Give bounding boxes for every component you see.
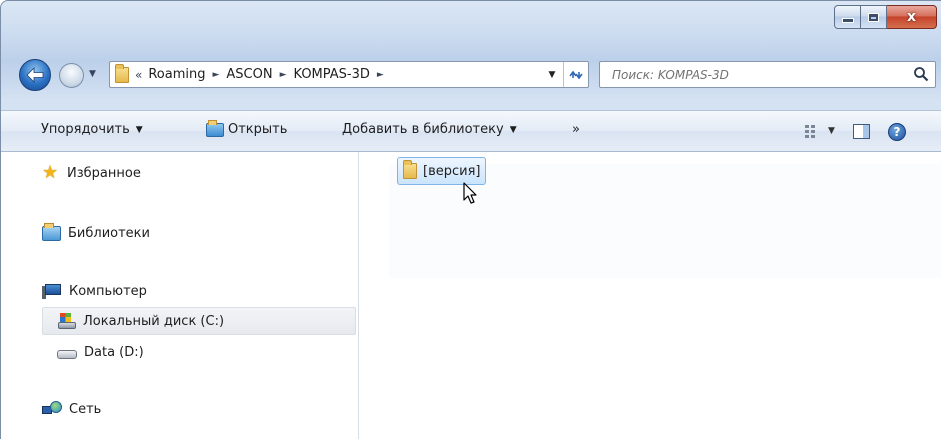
folder-item-label: [версия] xyxy=(423,163,481,179)
breadcrumb: « Roaming ► ASCON ► KOMPAS-3D ► xyxy=(135,67,391,82)
minimize-button[interactable] xyxy=(834,5,861,29)
refresh-icon xyxy=(569,70,583,79)
close-button[interactable]: x xyxy=(887,5,937,29)
nav-item-label: Локальный диск (C:) xyxy=(83,313,225,329)
navigation-row: ▼ « Roaming ► ASCON ► KOMPAS-3D ► ▼ xyxy=(1,55,941,93)
breadcrumb-overflow[interactable]: « xyxy=(135,68,142,82)
forward-button[interactable] xyxy=(59,63,84,88)
refresh-button[interactable] xyxy=(563,62,588,87)
chevron-down-icon: ▼ xyxy=(135,124,143,135)
content-pane[interactable] xyxy=(359,152,941,439)
search-icon[interactable] xyxy=(913,66,929,82)
breadcrumb-item-kompas-3d[interactable]: KOMPAS-3D xyxy=(294,67,370,82)
breadcrumb-separator-icon[interactable]: ► xyxy=(212,70,219,80)
open-folder-icon xyxy=(206,119,224,137)
chevron-down-icon: ▼ xyxy=(509,124,517,135)
breadcrumb-separator-icon[interactable]: ► xyxy=(377,70,384,80)
folder-item[interactable]: [версия] xyxy=(397,157,487,185)
preview-pane-icon[interactable] xyxy=(853,124,870,139)
recent-pages-dropdown-icon[interactable]: ▼ xyxy=(89,69,96,79)
open-button[interactable]: Открыть xyxy=(206,119,288,137)
search-input[interactable] xyxy=(612,67,892,82)
maximize-button[interactable] xyxy=(861,5,887,29)
nav-item-drive-d[interactable]: Data (D:) xyxy=(57,345,144,360)
caption-buttons: x xyxy=(834,5,937,29)
breadcrumb-item-roaming[interactable]: Roaming xyxy=(148,67,205,82)
help-icon[interactable]: ? xyxy=(888,123,906,141)
folder-icon xyxy=(115,63,129,83)
address-dropdown-icon[interactable]: ▼ xyxy=(542,62,562,87)
star-icon: ★ xyxy=(42,162,59,183)
breadcrumb-item-ascon[interactable]: ASCON xyxy=(226,67,272,82)
explorer-window: x ▼ « Roaming ► ASCON ► KOMPAS-3D ► ▼ По… xyxy=(0,0,941,439)
nav-item-favorites[interactable]: ★ Избранное xyxy=(42,164,141,182)
nav-item-libraries[interactable]: Библиотеки xyxy=(42,223,150,241)
arrow-left-icon xyxy=(26,67,44,83)
organize-button[interactable]: Упорядочить ▼ xyxy=(41,122,143,137)
computer-icon xyxy=(42,284,62,299)
open-label: Открыть xyxy=(228,122,288,137)
drive-icon xyxy=(57,350,77,359)
local-disk-icon xyxy=(58,313,76,329)
nav-item-network[interactable]: Сеть xyxy=(42,401,101,417)
minimize-icon xyxy=(841,17,854,23)
nav-item-label: Компьютер xyxy=(69,284,147,299)
folder-icon xyxy=(403,160,417,179)
nav-item-label: Data (D:) xyxy=(84,345,144,360)
network-icon xyxy=(42,401,62,417)
add-to-library-button[interactable]: Добавить в библиотеку ▼ xyxy=(342,122,517,137)
views-icon[interactable] xyxy=(805,125,821,139)
libraries-icon xyxy=(42,223,61,241)
mouse-cursor-icon xyxy=(463,182,477,204)
views-dropdown-icon[interactable]: ▼ xyxy=(828,126,835,136)
nav-item-label: Библиотеки xyxy=(68,226,150,241)
more-commands-label: » xyxy=(572,122,580,137)
organize-label: Упорядочить xyxy=(41,122,130,137)
search-box[interactable] xyxy=(599,61,936,88)
maximize-icon xyxy=(869,13,878,21)
nav-item-computer[interactable]: Компьютер xyxy=(42,284,147,299)
nav-item-label: Сеть xyxy=(69,401,102,417)
address-bar[interactable]: « Roaming ► ASCON ► KOMPAS-3D ► ▼ xyxy=(109,61,589,88)
nav-item-drive-c[interactable]: Локальный диск (C:) xyxy=(42,307,356,335)
command-bar: Упорядочить ▼ Открыть Добавить в библиот… xyxy=(1,110,941,152)
add-to-library-label: Добавить в библиотеку xyxy=(342,122,504,137)
navigation-pane: ★ Избранное Библиотеки Компьютер Локальн… xyxy=(1,152,359,439)
breadcrumb-separator-icon[interactable]: ► xyxy=(280,70,287,80)
back-button[interactable] xyxy=(19,59,51,91)
more-commands-button[interactable]: » xyxy=(572,122,580,137)
close-icon: x xyxy=(906,9,917,25)
nav-item-label: Избранное xyxy=(67,165,141,181)
